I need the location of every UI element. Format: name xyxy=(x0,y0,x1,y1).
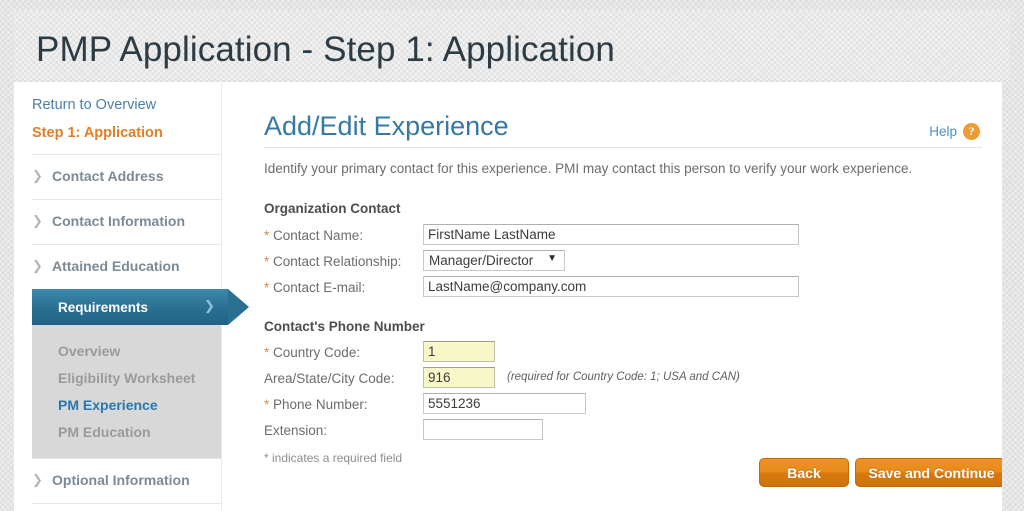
content-panel: Add/Edit Experience Help ? Identify your… xyxy=(222,82,1002,511)
sidebar-subitem-pm-experience[interactable]: PM Experience xyxy=(58,397,158,413)
contact-email-label: * Contact E-mail: xyxy=(264,280,366,295)
area-code-input[interactable] xyxy=(423,367,495,388)
save-and-continue-button[interactable]: Save and Continue xyxy=(855,458,1002,487)
sidebar-item-label: Requirements xyxy=(58,300,149,315)
phone-number-heading: Contact's Phone Number xyxy=(264,319,425,334)
contact-name-label: * Contact Name: xyxy=(264,228,364,243)
sidebar-item-label: Contact Information xyxy=(52,213,185,229)
organization-contact-heading: Organization Contact xyxy=(264,201,401,216)
contact-relationship-select[interactable]: Manager/Director ▼ xyxy=(423,250,565,271)
main-card: Return to Overview Step 1: Application ❯… xyxy=(14,82,1002,511)
phone-number-label: * Phone Number: xyxy=(264,397,368,412)
area-code-label: Area/State/City Code: xyxy=(264,371,395,386)
sidebar-subitem-overview[interactable]: Overview xyxy=(58,343,120,359)
contact-relationship-label: * Contact Relationship: xyxy=(264,254,402,269)
chevron-right-icon: ❯ xyxy=(32,472,43,487)
contact-email-input[interactable] xyxy=(423,276,799,297)
sidebar-bottom-divider xyxy=(32,503,221,511)
chevron-right-icon: ❯ xyxy=(204,298,215,313)
required-asterisk: * xyxy=(264,345,270,360)
application-page: PMP Application - Step 1: Application Re… xyxy=(0,0,1024,511)
sidebar-item-label: Optional Information xyxy=(52,472,190,488)
phone-number-input[interactable] xyxy=(423,393,586,414)
sidebar-item-contact-address[interactable]: ❯ Contact Address xyxy=(32,154,221,199)
back-button[interactable]: Back xyxy=(759,458,849,487)
required-asterisk: * xyxy=(264,254,270,269)
sidebar-subitem-pm-education[interactable]: PM Education xyxy=(58,424,151,440)
required-asterisk: * xyxy=(264,397,270,412)
sidebar-item-label: Contact Address xyxy=(52,168,164,184)
question-mark-circle-icon[interactable]: ? xyxy=(963,123,980,140)
area-code-hint: (required for Country Code: 1; USA and C… xyxy=(507,371,740,383)
required-asterisk: * xyxy=(264,228,270,243)
help-label: Help xyxy=(929,124,957,139)
country-code-input[interactable] xyxy=(423,341,495,362)
contact-relationship-value: Manager/Director xyxy=(429,253,534,268)
sidebar-item-attained-education[interactable]: ❯ Attained Education xyxy=(32,244,221,289)
contact-name-input[interactable] xyxy=(423,224,799,245)
sidebar-current-step: Step 1: Application xyxy=(32,125,163,141)
required-field-note: * indicates a required field xyxy=(264,451,403,465)
page-title: PMP Application - Step 1: Application xyxy=(36,30,615,69)
intro-text: Identify your primary contact for this e… xyxy=(264,161,913,176)
title-underline xyxy=(264,147,982,148)
extension-input[interactable] xyxy=(423,419,543,440)
chevron-down-icon: ▼ xyxy=(547,253,557,264)
sidebar-item-contact-information[interactable]: ❯ Contact Information xyxy=(32,199,221,244)
required-asterisk: * xyxy=(264,280,270,295)
sidebar-subitem-eligibility-worksheet[interactable]: Eligibility Worksheet xyxy=(58,370,195,386)
chevron-right-icon: ❯ xyxy=(32,258,43,273)
page-header: PMP Application - Step 1: Application xyxy=(14,10,1010,80)
sidebar-item-optional-information[interactable]: ❯ Optional Information xyxy=(32,458,221,503)
chevron-right-icon: ❯ xyxy=(32,213,43,228)
chevron-right-icon: ❯ xyxy=(32,168,43,183)
help-link[interactable]: Help ? xyxy=(929,123,980,140)
sidebar-item-label: Attained Education xyxy=(52,258,180,274)
sidebar-item-requirements[interactable]: Requirements ❯ xyxy=(32,289,249,325)
content-title: Add/Edit Experience xyxy=(264,111,509,141)
sidebar-return-to-overview[interactable]: Return to Overview xyxy=(32,97,156,113)
extension-label: Extension: xyxy=(264,423,328,438)
requirements-submenu: Overview Eligibility Worksheet PM Experi… xyxy=(32,325,221,458)
country-code-label: * Country Code: xyxy=(264,345,361,360)
